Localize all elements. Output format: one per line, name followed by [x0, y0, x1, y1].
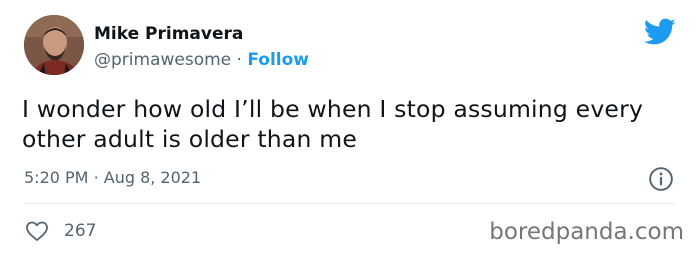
separator-dot: · — [236, 50, 242, 70]
author-handle[interactable]: @primawesome — [94, 50, 231, 70]
tweet-time[interactable]: 5:20 PM — [24, 168, 88, 187]
tweet-date[interactable]: Aug 8, 2021 — [104, 168, 201, 187]
tweet-meta: 5:20 PM · Aug 8, 2021 — [24, 168, 201, 187]
info-icon[interactable] — [648, 166, 674, 192]
author-handle-row: @primawesome · Follow — [94, 50, 309, 70]
follow-button[interactable]: Follow — [247, 50, 309, 70]
meta-separator: · — [93, 168, 99, 187]
watermark: boredpanda.com — [489, 219, 684, 245]
avatar[interactable] — [24, 15, 84, 75]
divider — [24, 203, 676, 204]
twitter-bird-icon[interactable] — [644, 18, 676, 46]
avatar-photo — [24, 15, 84, 75]
like-count: 267 — [64, 221, 97, 241]
tweet-text: I wonder how old I’ll be when I stop ass… — [22, 95, 644, 153]
heart-icon[interactable] — [24, 220, 50, 242]
author-name[interactable]: Mike Primavera — [94, 24, 243, 44]
